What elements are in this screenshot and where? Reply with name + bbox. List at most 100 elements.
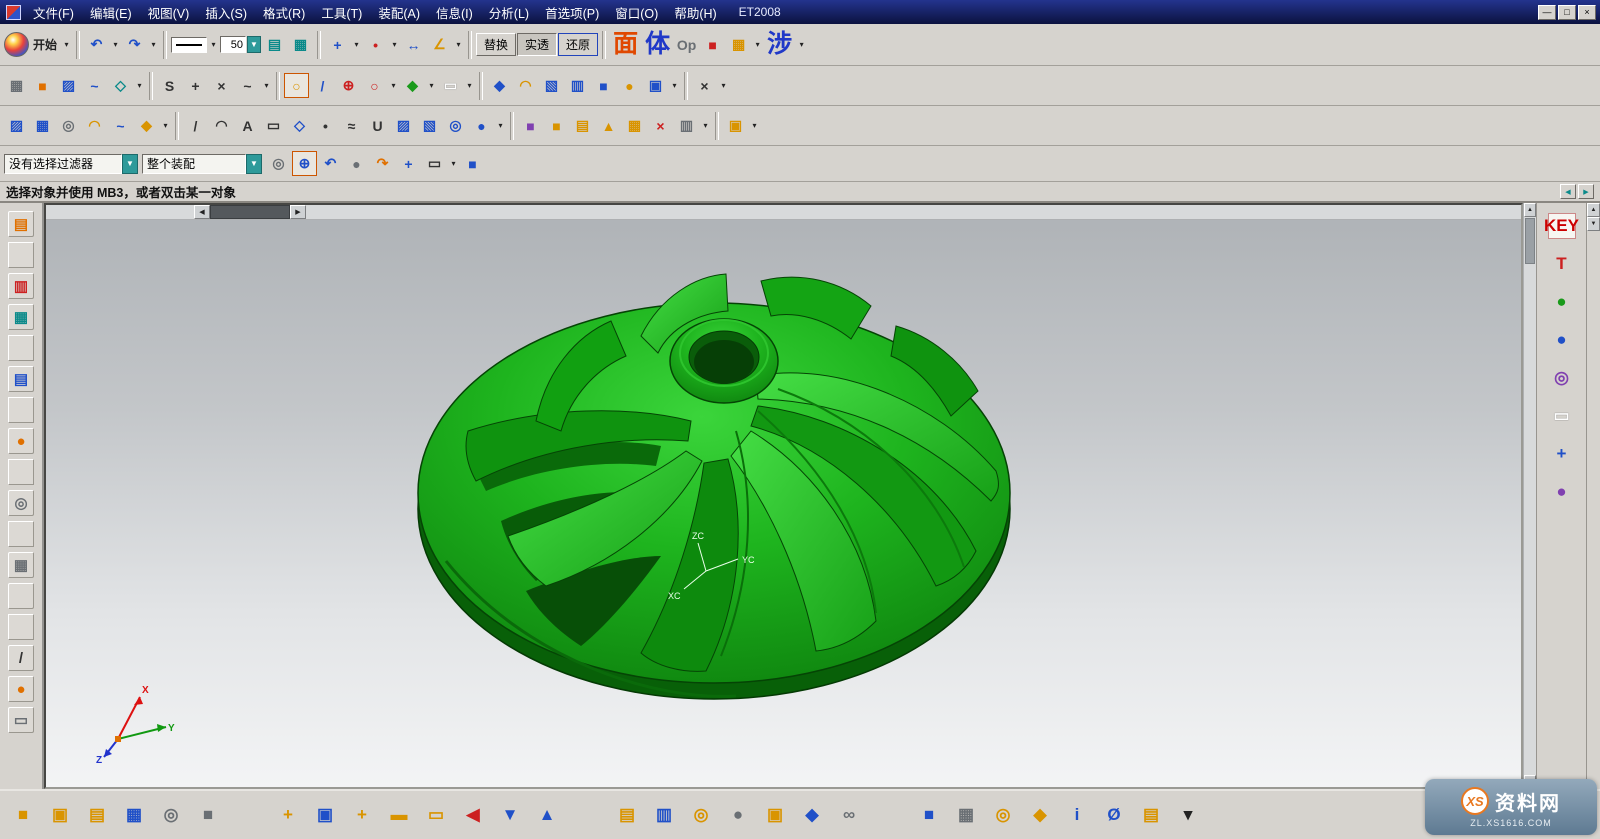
curve-mirror-icon[interactable]: ×: [209, 73, 234, 98]
project-curve-icon[interactable]: ▨: [391, 113, 416, 138]
iso-view-icon[interactable]: ■: [460, 151, 485, 176]
face-mode-char[interactable]: 面: [610, 32, 641, 57]
hscroll-thumb[interactable]: [210, 205, 290, 219]
assembly-constraints-icon[interactable]: ◎: [686, 800, 716, 830]
select-dropdown-arrow[interactable]: ▾: [448, 153, 459, 175]
unite-dropdown-arrow[interactable]: ▾: [669, 75, 680, 97]
unite-icon[interactable]: ▣: [643, 73, 668, 98]
circle-dropdown-arrow[interactable]: ▾: [388, 75, 399, 97]
shaded-view-icon[interactable]: ●: [344, 151, 369, 176]
materials-icon[interactable]: ▦: [8, 552, 34, 578]
pattern-dropdown-arrow[interactable]: ▾: [749, 115, 760, 137]
menu-item[interactable]: 工具(T): [313, 1, 370, 24]
box-pair-icon[interactable]: ▣: [45, 800, 75, 830]
graphics-viewport[interactable]: ◀ ▶: [44, 203, 1523, 789]
vertical-scrollbar[interactable]: ▲ ▼: [1523, 203, 1536, 789]
studio-spline-icon[interactable]: S: [157, 73, 182, 98]
delete-face-icon[interactable]: ×: [648, 113, 673, 138]
she-char[interactable]: 涉: [764, 32, 795, 57]
drawing-box-icon[interactable]: ▤: [82, 800, 112, 830]
redo-icon[interactable]: ↷: [122, 32, 147, 57]
snapshot-icon[interactable]: ◎: [156, 800, 186, 830]
surface-analysis-icon[interactable]: ◎: [56, 113, 81, 138]
orient-view-icon[interactable]: ↶: [318, 151, 343, 176]
gear-rings-icon[interactable]: ◎: [988, 800, 1018, 830]
snap-toggle-icon[interactable]: ⊕: [292, 151, 317, 176]
start-label[interactable]: 开始: [30, 36, 60, 53]
revolve-icon[interactable]: ◠: [513, 73, 538, 98]
true-shading-button[interactable]: 实透: [517, 33, 557, 56]
key-icon[interactable]: KEY: [1548, 213, 1576, 239]
datum-plane-icon[interactable]: ◇: [108, 73, 133, 98]
close-button[interactable]: ×: [1578, 5, 1596, 20]
chain-curve-icon[interactable]: ○: [284, 73, 309, 98]
diamond-icon[interactable]: ◆: [1025, 800, 1055, 830]
sphere-stack-icon[interactable]: ●: [1548, 327, 1576, 353]
info-icon[interactable]: i: [1062, 800, 1092, 830]
hscroll-right-arrow[interactable]: ▶: [290, 205, 306, 219]
curve-cross-icon[interactable]: +: [183, 73, 208, 98]
purple-ball-icon[interactable]: ●: [1548, 479, 1576, 505]
redo-dropdown-arrow[interactable]: ▾: [148, 34, 159, 56]
move-component-icon[interactable]: ▭: [421, 800, 451, 830]
sheet-body-icon[interactable]: ▥: [565, 73, 590, 98]
dome-surface-icon[interactable]: ◠: [82, 113, 107, 138]
csys-dropdown-arrow[interactable]: ▾: [718, 75, 729, 97]
measure-angle-icon[interactable]: ∠: [427, 32, 452, 57]
panel-icon[interactable]: ▭: [8, 707, 34, 733]
roles-icon[interactable]: ●: [8, 428, 34, 454]
join-curve-icon[interactable]: U: [365, 113, 390, 138]
boolean-dropdown-arrow[interactable]: ▾: [426, 75, 437, 97]
menu-item[interactable]: 视图(V): [140, 1, 198, 24]
clearance-icon[interactable]: ■: [914, 800, 944, 830]
point-dropdown-arrow[interactable]: ▾: [389, 34, 400, 56]
constraint-navigator-icon[interactable]: ▥: [8, 273, 34, 299]
net-surface-icon[interactable]: ▦: [30, 113, 55, 138]
cup-icon[interactable]: ▭: [1548, 403, 1576, 429]
impeller-model[interactable]: YC ZC XC: [406, 241, 1026, 711]
surface-mesh-icon[interactable]: ▨: [56, 73, 81, 98]
block-icon[interactable]: ■: [591, 73, 616, 98]
selection-filter-combo[interactable]: 没有选择过滤器 ▼: [4, 154, 138, 174]
spline-dropdown-arrow[interactable]: ▾: [261, 75, 272, 97]
assembly-navigator-icon[interactable]: ▤: [8, 211, 34, 237]
rect-tool-icon[interactable]: ▭: [438, 73, 463, 98]
point-circle-icon[interactable]: ⊕: [336, 73, 361, 98]
hscroll-left-arrow[interactable]: ◀: [194, 205, 210, 219]
joint-icon[interactable]: ●: [723, 800, 753, 830]
suppress-icon[interactable]: ▼: [495, 800, 525, 830]
replace-button[interactable]: 替换: [476, 33, 516, 56]
selection-scope-combo[interactable]: 整个装配 ▼: [142, 154, 262, 174]
menu-item[interactable]: 格式(R): [255, 1, 313, 24]
wire-cube-icon[interactable]: ▦: [951, 800, 981, 830]
datum-dropdown-arrow[interactable]: ▾: [134, 75, 145, 97]
restore-button[interactable]: □: [1558, 5, 1576, 20]
minimize-button[interactable]: —: [1538, 5, 1556, 20]
sequence-icon[interactable]: ▤: [1136, 800, 1166, 830]
spline-icon[interactable]: ~: [235, 73, 260, 98]
palette-balls-icon[interactable]: ◎: [1548, 365, 1576, 391]
reuse-library-icon[interactable]: ▤: [8, 366, 34, 392]
circle-tool-icon[interactable]: ○: [362, 73, 387, 98]
menu-item[interactable]: 分析(L): [481, 1, 537, 24]
helix-icon[interactable]: ◎: [443, 113, 468, 138]
arc-segment-icon[interactable]: ◠: [209, 113, 234, 138]
body-mode-char[interactable]: 体: [642, 32, 673, 57]
prompt-scroll-right-button[interactable]: ▶: [1578, 184, 1594, 199]
menu-item[interactable]: 编辑(E): [82, 1, 140, 24]
gold-sheet-icon[interactable]: ▦: [622, 113, 647, 138]
menu-item[interactable]: 帮助(H): [666, 1, 724, 24]
datum-csys-icon[interactable]: ×: [692, 73, 717, 98]
mirror-assembly-icon[interactable]: ◀: [458, 800, 488, 830]
menu-item[interactable]: 首选项(P): [537, 1, 607, 24]
line-tool-icon[interactable]: /: [310, 73, 335, 98]
gold-surface-dropdown-arrow[interactable]: ▾: [752, 34, 763, 56]
measure-dropdown-arrow[interactable]: ▾: [453, 34, 464, 56]
she-dropdown-arrow[interactable]: ▾: [796, 34, 807, 56]
swirl-surface-icon[interactable]: ~: [82, 73, 107, 98]
dimension-icon[interactable]: Ø: [1099, 800, 1129, 830]
copy-sheet-icon[interactable]: ▥: [674, 113, 699, 138]
rotate-view-icon[interactable]: ↷: [370, 151, 395, 176]
transform-icon[interactable]: ■: [518, 113, 543, 138]
layer-value-box[interactable]: 50▼: [220, 36, 261, 53]
